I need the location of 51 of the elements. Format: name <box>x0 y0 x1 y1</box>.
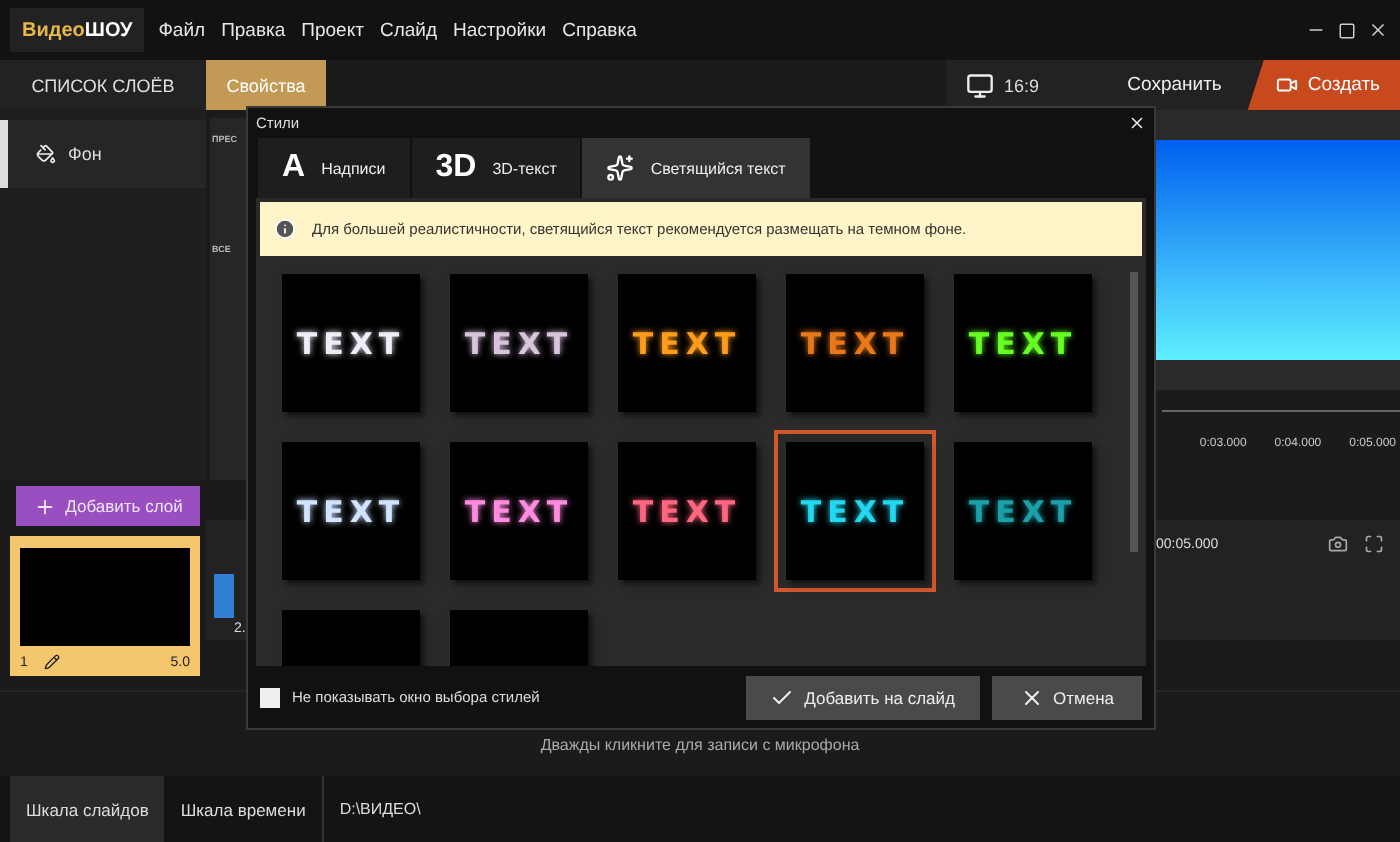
plus-icon <box>33 495 56 517</box>
sparkle-icon <box>606 154 635 183</box>
close-icon <box>1019 685 1043 710</box>
timeline-tab[interactable]: Шкала времени <box>164 776 322 842</box>
style-tile[interactable]: TEXT <box>774 430 936 593</box>
glow-text: TEXT <box>968 493 1078 530</box>
glow-text: TEXT <box>296 493 406 530</box>
close-icon[interactable] <box>1368 20 1388 40</box>
close-icon[interactable] <box>1128 114 1146 133</box>
fullscreen-icon[interactable] <box>1364 534 1384 554</box>
app-logo: ВидеоШОУ <box>10 8 145 52</box>
glow-text: TEXT <box>632 325 742 362</box>
paint-bucket-icon <box>36 144 56 164</box>
glow-text: TEXT <box>464 493 574 530</box>
tab-glyph-icon: 3D <box>435 150 477 187</box>
save-button[interactable]: Сохранить <box>1111 74 1238 96</box>
aspect-ratio: 16:9 <box>1004 75 1040 95</box>
glow-text: TEXT <box>296 325 406 362</box>
style-tab[interactable]: A Надписи <box>258 138 410 199</box>
panel-tab[interactable]: СПИСОК СЛОЁВ <box>0 60 206 110</box>
glow-text: TEXT <box>632 493 742 530</box>
maximize-icon[interactable] <box>1338 21 1356 39</box>
check-icon <box>770 685 795 710</box>
folder-path: D:\ВИДЕО\ <box>321 776 421 842</box>
add-layer-button[interactable]: Добавить слой <box>16 486 200 526</box>
video-camera-icon <box>1275 74 1298 96</box>
menu-item[interactable]: Проект <box>299 19 366 41</box>
monitor-icon[interactable] <box>966 71 994 99</box>
layer-label: Фон <box>68 144 102 164</box>
menu-item[interactable]: Настройки <box>451 19 549 41</box>
layer-item[interactable]: Фон <box>0 120 206 188</box>
info-icon <box>274 218 296 241</box>
style-tab[interactable]: Светящийся текст <box>582 138 810 199</box>
pencil-icon[interactable] <box>43 654 60 670</box>
create-button[interactable]: Создать <box>1247 60 1400 110</box>
menu-item[interactable]: Справка <box>560 19 639 41</box>
glow-text: TEXT <box>968 325 1078 362</box>
glow-text: TEXT <box>800 325 910 362</box>
camera-icon[interactable] <box>1328 534 1348 554</box>
style-tab[interactable]: 3D 3D-текст <box>411 138 581 199</box>
cancel-button[interactable]: Отмена <box>991 675 1142 720</box>
timeline-tab[interactable]: Шкала слайдов <box>10 776 165 842</box>
add-to-slide-button[interactable]: Добавить на слайд <box>746 675 979 720</box>
glow-text: TEXT <box>464 325 574 362</box>
menu-item[interactable]: Правка <box>219 19 288 41</box>
microphone-hint: Дважды кликните для записи с микрофона <box>540 736 860 754</box>
glow-text: TEXT <box>800 493 910 530</box>
menu-item[interactable]: Слайд <box>377 19 439 41</box>
menu-item[interactable]: Файл <box>156 19 208 41</box>
checkbox[interactable] <box>260 687 280 708</box>
tab-glyph-icon: A <box>282 150 306 187</box>
